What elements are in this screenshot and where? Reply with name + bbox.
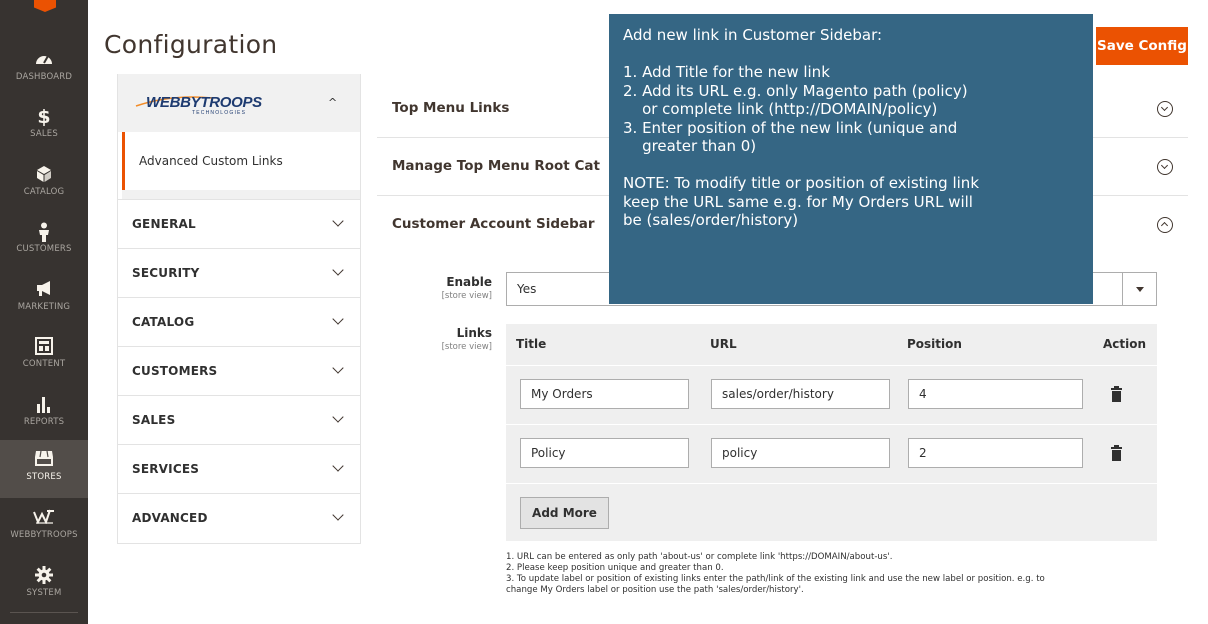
column-action: Action: [1103, 337, 1147, 351]
chevron-down-icon: [332, 313, 344, 325]
column-url: URL: [710, 337, 737, 351]
nav-customers[interactable]: CUSTOMERS: [0, 212, 88, 270]
trash-icon[interactable]: [1111, 445, 1122, 461]
links-scope: [store view]: [441, 342, 492, 352]
title-input[interactable]: Policy: [520, 438, 689, 468]
expand-icon: [1157, 101, 1173, 117]
nav-system[interactable]: SYSTEM: [0, 556, 88, 614]
nav-stores[interactable]: STORES: [0, 440, 88, 498]
tab-group-catalog[interactable]: CATALOG: [118, 297, 360, 346]
enable-scope: [store view]: [441, 291, 492, 301]
title-input[interactable]: My Orders: [520, 379, 689, 409]
links-label: Links: [456, 326, 492, 340]
tab-group-general[interactable]: GENERAL: [118, 199, 360, 248]
magento-logo[interactable]: [0, 0, 88, 22]
chevron-up-icon: ^: [328, 96, 338, 109]
chevron-down-icon: [332, 411, 344, 423]
person-icon: [33, 222, 55, 242]
gauge-icon: [33, 50, 55, 70]
tab-webbytroops[interactable]: WEBBYTROOPS TECHNOLOGIES ^: [118, 74, 360, 132]
nav-webbytroops[interactable]: WEBBYTROOPS: [0, 498, 88, 556]
tab-group-customers[interactable]: CUSTOMERS: [118, 346, 360, 395]
tab-group-advanced[interactable]: ADVANCED: [118, 493, 360, 542]
tab-group-sales[interactable]: SALES: [118, 395, 360, 444]
webbytroops-icon: [33, 508, 55, 528]
help-tooltip: Add new link in Customer Sidebar: 1. Add…: [609, 14, 1093, 304]
chevron-down-icon: [332, 264, 344, 276]
nav-marketing[interactable]: MARKETING: [0, 270, 88, 328]
box-icon: [33, 165, 55, 185]
nav-content[interactable]: CONTENT: [0, 327, 88, 385]
collapse-icon: [1157, 217, 1173, 233]
layout-icon: [33, 337, 55, 357]
enable-value: Yes: [517, 282, 537, 296]
nav-reports[interactable]: REPORTS: [0, 385, 88, 443]
store-icon: [33, 450, 55, 470]
url-input[interactable]: policy: [711, 438, 890, 468]
gear-icon: [33, 566, 55, 586]
tab-advanced-custom-links[interactable]: Advanced Custom Links: [122, 132, 360, 190]
nav-dashboard[interactable]: DASHBOARD: [0, 40, 88, 98]
admin-sidebar: DASHBOARD $ SALES CATALOG CUSTOMERS MARK…: [0, 0, 88, 624]
position-input[interactable]: 4: [908, 379, 1083, 409]
nav-catalog[interactable]: CATALOG: [0, 155, 88, 213]
url-input[interactable]: sales/order/history: [711, 379, 890, 409]
tab-group-services[interactable]: SERVICES: [118, 444, 360, 493]
tab-label: Advanced Custom Links: [139, 154, 283, 168]
enable-label: Enable: [446, 275, 492, 289]
trash-icon[interactable]: [1111, 386, 1122, 402]
column-position: Position: [907, 337, 962, 351]
chevron-down-icon: [332, 509, 344, 521]
position-input[interactable]: 2: [908, 438, 1083, 468]
webbytroops-logo: WEBBYTROOPS TECHNOLOGIES: [135, 94, 262, 116]
expand-icon: [1157, 159, 1173, 175]
brand-subtitle: TECHNOLOGIES: [192, 110, 246, 116]
chevron-down-icon: [332, 362, 344, 374]
config-tabs: WEBBYTROOPS TECHNOLOGIES ^ Advanced Cust…: [117, 74, 361, 544]
nav-divider: [10, 612, 78, 613]
field-notes: 1. URL can be entered as only path 'abou…: [506, 552, 1045, 595]
megaphone-icon: [33, 280, 55, 300]
page-title: Configuration: [104, 30, 278, 59]
save-config-button[interactable]: Save Config: [1096, 27, 1188, 65]
nav-sales[interactable]: $ SALES: [0, 97, 88, 155]
dollar-icon: $: [37, 106, 51, 128]
chevron-down-icon: [332, 460, 344, 472]
bar-chart-icon: [33, 395, 55, 415]
chevron-down-icon: [332, 215, 344, 227]
dropdown-arrow-icon[interactable]: [1122, 273, 1156, 305]
add-more-button[interactable]: Add More: [520, 497, 609, 529]
brand-name: WEBBYTROOPS: [146, 94, 262, 111]
column-title: Title: [516, 337, 547, 351]
tab-group-security[interactable]: SECURITY: [118, 248, 360, 297]
